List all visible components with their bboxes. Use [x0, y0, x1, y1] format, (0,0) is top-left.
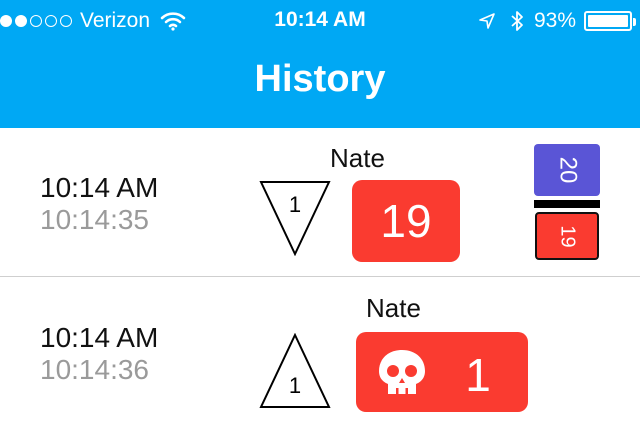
previous-score: 20 [553, 156, 581, 184]
status-bar: Verizon 10:14 AM 93% [0, 0, 640, 40]
score-divider [534, 200, 600, 208]
header: Verizon 10:14 AM 93% History [0, 0, 640, 128]
history-row[interactable]: 10:14 AM 10:14:36 Nate 1 1 [0, 278, 640, 427]
entry-time-seconds: 10:14:36 [40, 354, 149, 385]
entry-time: 10:14 AM [40, 172, 159, 203]
entry-time-seconds: 10:14:35 [40, 204, 149, 235]
bluetooth-icon [511, 11, 523, 31]
battery-percent: 93% [533, 9, 576, 32]
score-value: 19 [380, 195, 432, 247]
entry-time: 10:14 AM [40, 322, 159, 353]
new-score-badge: 19 [535, 212, 599, 260]
new-score: 19 [556, 224, 579, 248]
location-arrow-icon [479, 13, 495, 29]
triangle-value: 1 [288, 373, 302, 398]
score-value: 1 [465, 349, 491, 401]
previous-score-badge: 20 [534, 144, 600, 196]
player-name: Nate [330, 143, 385, 173]
history-row[interactable]: 10:14 AM 10:14:35 Nate 1 19 20 19 [0, 128, 640, 277]
status-right: 93% [478, 8, 636, 34]
battery-icon [584, 11, 636, 31]
player-name: Nate [366, 293, 421, 323]
score-badge: 19 [352, 180, 460, 262]
score-badge: 1 [356, 332, 528, 412]
triangle-value: 1 [288, 192, 302, 217]
page-title: History [254, 58, 386, 100]
